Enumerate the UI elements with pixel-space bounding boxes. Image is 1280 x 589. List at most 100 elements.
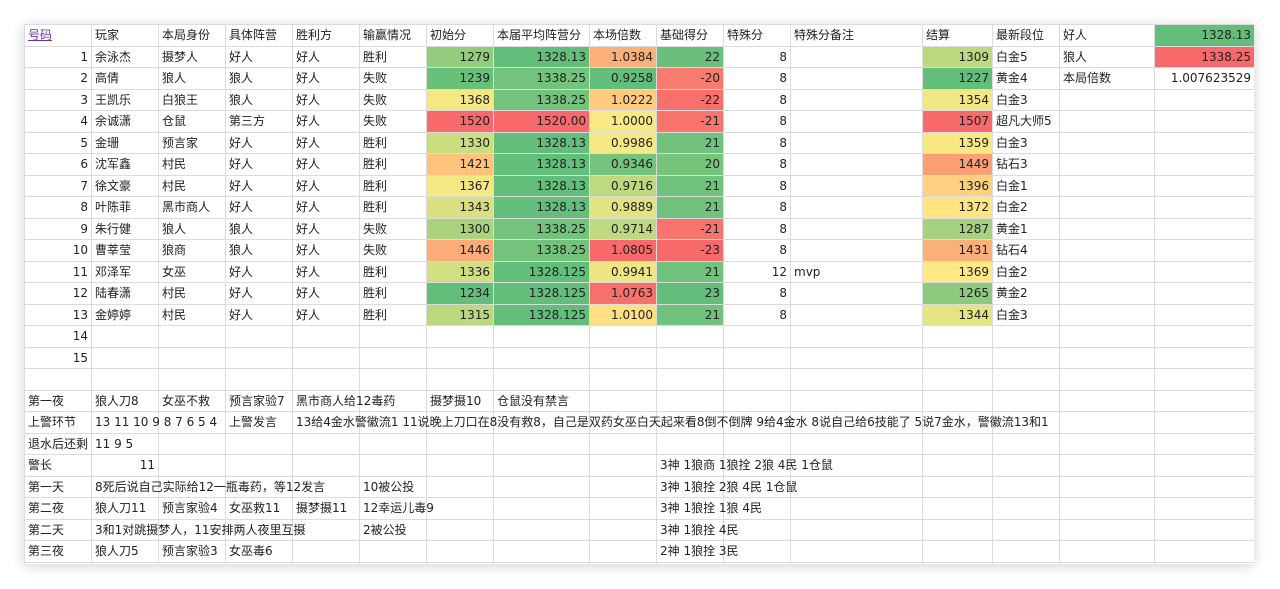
side-label[interactable] [1059,303,1155,326]
empty-cell[interactable] [589,432,657,455]
cell-init[interactable]: 1315 [426,303,494,326]
cell-rank[interactable]: 白金3 [992,131,1060,154]
empty-cell[interactable] [589,561,657,564]
empty-cell[interactable] [225,561,293,564]
cell-camp[interactable]: 好人 [225,303,293,326]
empty-cell[interactable] [359,454,427,477]
cell-avg[interactable]: 1328.13 [493,131,590,154]
empty-cell[interactable] [790,389,923,412]
empty-cell[interactable] [589,389,657,412]
side-label[interactable] [1059,282,1155,305]
empty-cell[interactable] [493,454,590,477]
cell-avg[interactable]: 1328.125 [493,282,590,305]
empty-cell[interactable] [1059,346,1155,369]
empty-cell[interactable] [24,368,92,391]
cell-avg[interactable]: 1328.125 [493,260,590,283]
cell-rank[interactable]: 钻石3 [992,153,1060,176]
cell-avg[interactable]: 1520.00 [493,110,590,133]
cell-rank[interactable]: 白金2 [992,196,1060,219]
header-cell[interactable]: 特殊分 [723,24,791,47]
cell-final[interactable]: 1309 [922,45,993,68]
side-label[interactable] [1059,88,1155,111]
cell-role[interactable]: 村民 [158,153,226,176]
cell-init[interactable]: 1330 [426,131,494,154]
cell-camp[interactable]: 狼人 [225,239,293,262]
header-cell[interactable]: 具体阵营 [225,24,293,47]
empty-cell[interactable] [790,497,923,520]
header-cell[interactable]: 初始分 [426,24,494,47]
note-text[interactable]: 上警发言 [225,411,293,434]
cell-role[interactable]: 狼人 [158,67,226,90]
empty-cell[interactable] [922,368,993,391]
empty-cell[interactable] [91,368,159,391]
empty-cell[interactable] [922,518,993,541]
empty-cell[interactable] [1059,540,1155,563]
cell-note[interactable] [790,239,923,262]
cell-base[interactable]: -21 [656,110,724,133]
empty-cell[interactable] [656,561,724,564]
header-cell[interactable]: 结算 [922,24,993,47]
empty-cell[interactable] [426,454,494,477]
cell-note[interactable] [790,131,923,154]
cell-special[interactable]: 8 [723,110,791,133]
cell-mult[interactable]: 0.9258 [589,67,657,90]
cell-init[interactable]: 1279 [426,45,494,68]
header-cell[interactable]: 特殊分备注 [790,24,923,47]
note-label[interactable]: 第一夜 [24,389,92,412]
cell-role[interactable]: 摄梦人 [158,45,226,68]
cell-rank[interactable]: 黄金4 [992,67,1060,90]
cell-mult[interactable]: 1.0100 [589,303,657,326]
empty-cell[interactable] [359,540,427,563]
side-value[interactable] [1154,239,1254,262]
empty-cell[interactable] [656,325,724,348]
cell-name[interactable]: 王凯乐 [91,88,159,111]
cell-avg[interactable]: 1338.25 [493,88,590,111]
empty-cell[interactable] [225,346,293,369]
empty-cell[interactable] [493,518,590,541]
cell-no[interactable]: 3 [24,88,92,111]
empty-cell[interactable] [1059,389,1155,412]
cell-note[interactable] [790,110,923,133]
side-value[interactable] [1154,131,1254,154]
empty-cell[interactable] [992,325,1060,348]
empty-cell[interactable] [992,561,1060,564]
cell-role[interactable]: 仓鼠 [158,110,226,133]
note-text[interactable]: 预言家验4 [158,497,226,520]
empty-cell[interactable] [1059,454,1155,477]
empty-cell[interactable] [922,346,993,369]
cell-no[interactable]: 13 [24,303,92,326]
note-label[interactable]: 上警环节 [24,411,92,434]
empty-cell[interactable] [922,475,993,498]
empty-cell[interactable] [493,561,590,564]
cell-special[interactable]: 8 [723,88,791,111]
empty-cell[interactable] [656,368,724,391]
empty-cell[interactable] [225,368,293,391]
empty-cell[interactable] [493,346,590,369]
cell-result[interactable]: 失败 [359,88,427,111]
note-label[interactable]: 退水后还剩 [24,432,92,455]
empty-cell[interactable] [992,497,1060,520]
cell-avg[interactable]: 1338.25 [493,239,590,262]
cell-role[interactable]: 狼商 [158,239,226,262]
note-label[interactable]: 第一天 [24,475,92,498]
cell-base[interactable]: 21 [656,196,724,219]
empty-cell[interactable] [723,325,791,348]
cell-role[interactable]: 狼人 [158,217,226,240]
empty-cell[interactable] [158,561,226,564]
cell-mult[interactable]: 1.0384 [589,45,657,68]
header-cell[interactable]: 输赢情况 [359,24,427,47]
cell-camp[interactable]: 好人 [225,153,293,176]
cell-rank[interactable]: 钻石4 [992,239,1060,262]
cell-mult[interactable]: 0.9716 [589,174,657,197]
cell-winner[interactable]: 好人 [292,217,360,240]
empty-cell[interactable] [359,346,427,369]
empty-cell[interactable] [723,368,791,391]
cell-avg[interactable]: 1338.25 [493,217,590,240]
note-text[interactable]: 女巫不救 [158,389,226,412]
note-text[interactable]: 13给4金水警徽流1 11说晚上刀口在8没有救8，自己是双药女巫白天起来看8倒不… [292,411,1049,434]
cell-winner[interactable]: 好人 [292,88,360,111]
cell-init[interactable]: 1336 [426,260,494,283]
cell-mult[interactable]: 0.9941 [589,260,657,283]
empty-cell[interactable] [992,346,1060,369]
note-label[interactable]: 第三天 [24,561,92,564]
